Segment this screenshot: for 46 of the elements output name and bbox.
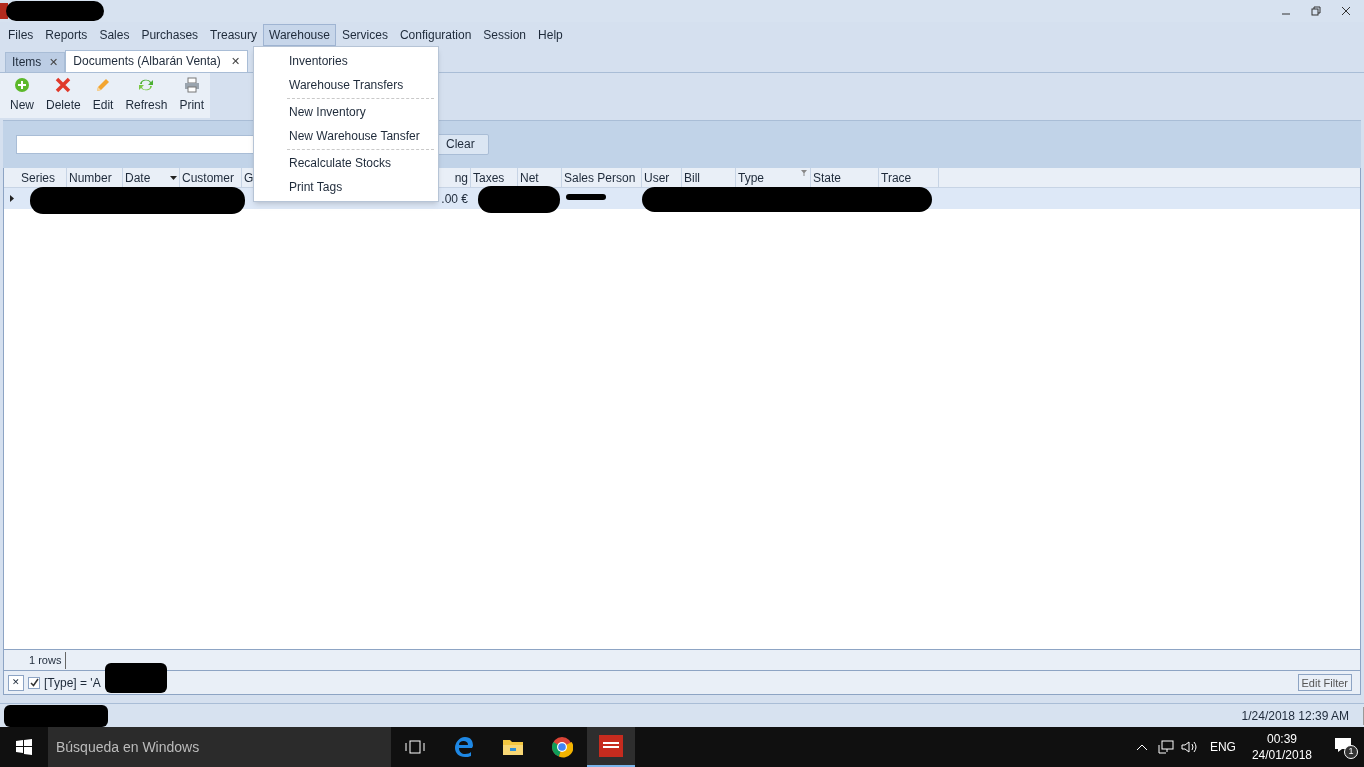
redaction-mark [566, 194, 606, 201]
menu-item[interactable]: Files [2, 23, 40, 46]
app-icon [0, 2, 8, 19]
cross-icon [55, 76, 72, 93]
menu-item[interactable]: Help [532, 23, 569, 46]
notification-count: 1 [1344, 745, 1358, 759]
pencil-icon [95, 76, 112, 93]
menu-item[interactable]: Sales [93, 23, 136, 46]
search-field[interactable] [16, 135, 256, 154]
menu-item[interactable]: Reports [39, 23, 94, 46]
table-cell-text: .00 € [440, 190, 469, 208]
menu-item[interactable]: Warehouse [263, 23, 336, 46]
toolbar-button[interactable]: Delete [42, 76, 85, 114]
filter-checkbox[interactable] [28, 676, 40, 689]
language-indicator[interactable]: ENG [1201, 738, 1244, 756]
restore-icon[interactable] [1311, 5, 1321, 16]
tab-close-button[interactable]: ✕ [49, 54, 59, 71]
menu-item[interactable]: Purchases [135, 23, 205, 46]
status-datetime: 1/24/2018 12:39 AM [1233, 706, 1364, 725]
menu-item[interactable]: Services [335, 23, 394, 46]
printer-icon [183, 76, 200, 93]
toolbar-button[interactable]: New [6, 76, 38, 114]
plus-circle-icon [14, 76, 30, 93]
menu-option[interactable]: Inventories [254, 49, 438, 73]
tab[interactable]: Documents (Albarán Venta) ✕ [65, 49, 248, 72]
taskbar-search-field[interactable]: Búsqueda en Windows [48, 727, 391, 767]
row-indicator-icon [9, 195, 14, 203]
tab-close-button[interactable]: ✕ [230, 53, 240, 70]
tab[interactable]: Items ✕ [5, 51, 66, 72]
menu-option[interactable]: Warehouse Transfers [254, 73, 438, 97]
row-count: 1 rows [29, 652, 67, 669]
menu-item[interactable]: Treasury [204, 23, 263, 46]
menu-option[interactable]: New Inventory [254, 100, 438, 124]
redaction-mark [104, 662, 167, 693]
toolbar-button[interactable]: Edit [88, 76, 118, 114]
close-icon[interactable] [1341, 5, 1351, 16]
toolbar-button[interactable]: Refresh [121, 76, 172, 114]
menu-item[interactable]: Configuration [393, 23, 478, 46]
filter-expression: [Type] = 'A [44, 674, 101, 692]
clear-filter-button[interactable]: ✕ [8, 674, 24, 691]
edit-filter-button[interactable]: Edit Filter [1297, 674, 1352, 692]
toolbar-button[interactable]: Print [175, 76, 209, 114]
menu-item[interactable]: Session [477, 23, 533, 46]
clock-time[interactable]: 00:39 [1266, 731, 1297, 747]
clock-date[interactable]: 24/01/2018 [1251, 747, 1312, 763]
app-taskbar-icon[interactable] [587, 727, 635, 767]
